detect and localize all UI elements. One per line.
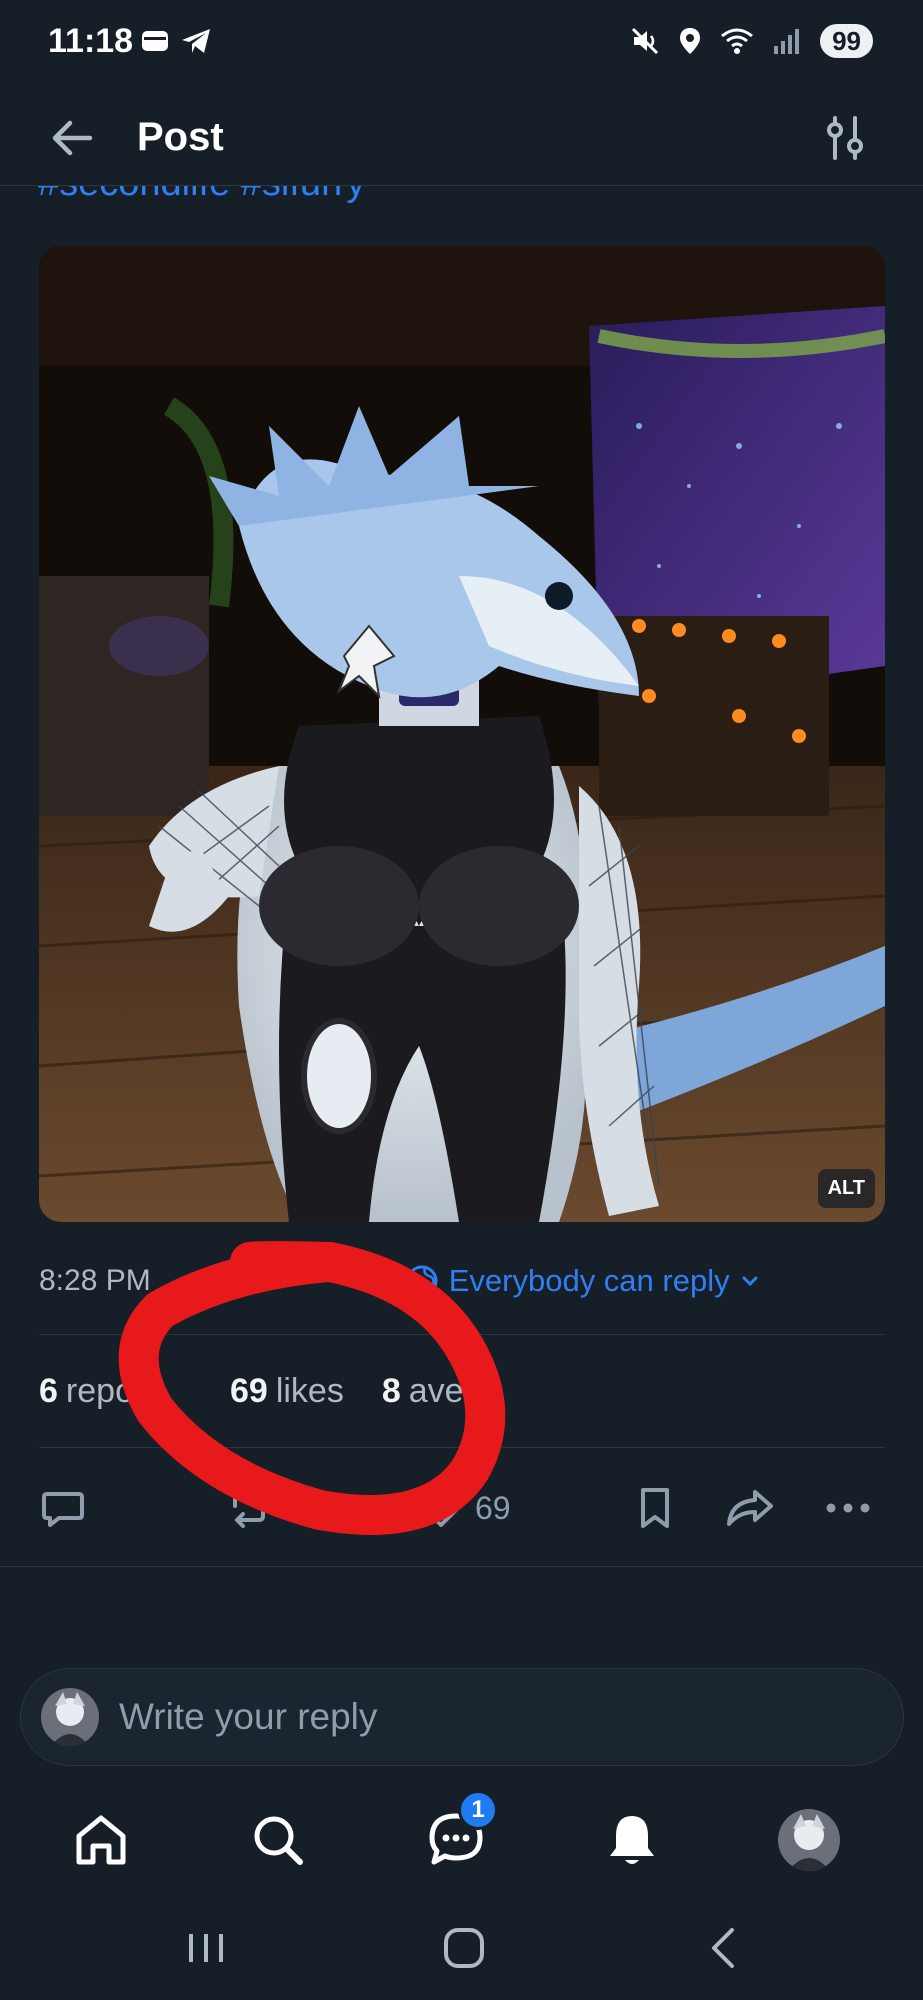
likes-label: likes — [275, 1371, 344, 1410]
status-bar: 11:18 99 — [0, 0, 923, 90]
post-meta: 8:28 PM Everybody can reply — [39, 1258, 760, 1304]
reply-button[interactable] — [39, 1480, 87, 1536]
divider — [0, 1566, 923, 1567]
tab-profile[interactable] — [773, 1804, 845, 1876]
chevron-down-icon — [742, 1276, 758, 1287]
system-navigation-bar — [0, 1890, 923, 2000]
location-icon — [680, 28, 701, 54]
likes-stat[interactable]: 69 likes — [230, 1372, 344, 1411]
tab-messages[interactable]: 1 — [420, 1790, 498, 1876]
share-button[interactable] — [723, 1480, 777, 1536]
messages-badge: 1 — [458, 1790, 498, 1830]
like-count: 69 — [475, 1489, 511, 1526]
saves-stat[interactable]: 8 aves — [382, 1372, 481, 1411]
alt-badge[interactable]: ALT — [817, 1169, 875, 1208]
bookmark-button[interactable] — [631, 1480, 679, 1536]
tab-home[interactable] — [65, 1804, 137, 1876]
mute-icon — [632, 27, 659, 55]
status-time: 11:18 — [48, 22, 134, 60]
wifi-icon — [721, 28, 754, 54]
home-button-icon[interactable] — [434, 1918, 494, 1978]
more-dots-icon — [826, 1503, 870, 1513]
likes-count: 69 — [229, 1371, 268, 1410]
divider — [39, 1334, 885, 1335]
post-image-illustration — [39, 246, 885, 1222]
page-title: Post — [137, 115, 224, 159]
bottom-tab-bar: 1 — [0, 1790, 923, 1890]
reposts-count: 6 — [39, 1371, 58, 1410]
reply-composer[interactable]: Write your reply — [20, 1668, 904, 1766]
avatar — [41, 1688, 99, 1746]
wallet-icon — [142, 31, 168, 51]
telegram-icon — [182, 29, 210, 53]
status-right-icons: 99 — [630, 24, 873, 58]
reposts-label: repo — [65, 1371, 134, 1410]
divider — [39, 1447, 885, 1448]
heart-icon — [420, 1490, 462, 1527]
status-left-icons — [140, 26, 212, 56]
comment-icon — [42, 1492, 84, 1527]
post-screen: 11:18 99 Post #secondlife #slfurry — [0, 0, 923, 2000]
reposts-stat[interactable]: 6 repo — [39, 1372, 134, 1411]
post-actions: 69 — [39, 1480, 885, 1536]
home-icon — [76, 1815, 126, 1865]
avatar — [778, 1809, 840, 1871]
signal-icon — [774, 29, 800, 54]
search-icon — [254, 1816, 303, 1865]
tab-notifications[interactable] — [596, 1804, 668, 1876]
saves-count: 8 — [381, 1371, 401, 1410]
like-button[interactable]: 69 — [417, 1480, 511, 1536]
sliders-icon[interactable] — [817, 110, 873, 166]
repost-button[interactable] — [225, 1480, 273, 1536]
more-options-button[interactable] — [821, 1480, 875, 1536]
battery-indicator: 99 — [820, 24, 873, 58]
battery-level: 99 — [832, 26, 861, 56]
reply-setting-label: Everybody can reply — [448, 1263, 730, 1298]
repost-icon — [233, 1488, 265, 1528]
reply-setting-button[interactable]: Everybody can reply — [405, 1263, 760, 1299]
post-image[interactable]: ALT — [39, 246, 885, 1222]
bookmark-icon — [641, 1488, 669, 1528]
system-back-icon[interactable] — [694, 1918, 754, 1978]
globe-icon — [406, 1265, 438, 1297]
back-arrow-icon[interactable] — [44, 110, 100, 166]
post-timestamp: 8:28 PM — [39, 1264, 151, 1297]
share-icon — [727, 1490, 773, 1526]
top-app-bar: Post — [0, 90, 923, 186]
saves-label: aves — [408, 1371, 481, 1410]
post-stats: 6 repo 69 likes 8 aves — [39, 1366, 481, 1416]
reply-input[interactable]: Write your reply — [119, 1696, 377, 1738]
tab-search[interactable] — [242, 1804, 314, 1876]
bell-icon — [610, 1816, 654, 1864]
recent-apps-icon[interactable] — [176, 1918, 236, 1978]
